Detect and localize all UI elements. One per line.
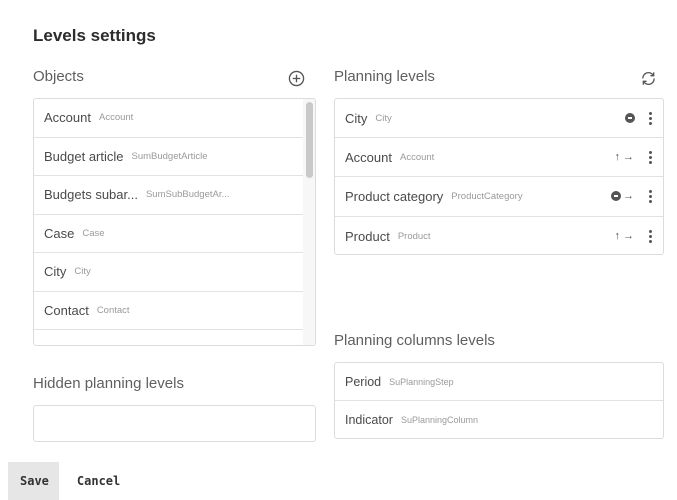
planning-column-code: SuPlanningColumn: [400, 415, 479, 425]
planning-column-name: Indicator: [345, 413, 393, 427]
objects-list: Account Account Budget article SumBudget…: [34, 99, 303, 345]
planning-column-name: Period: [345, 374, 382, 389]
planning-levels-panel: City City Account Account ↑ → Product cat…: [334, 98, 664, 255]
page-title: Levels settings: [33, 26, 156, 45]
planning-level-city[interactable]: City City: [335, 99, 663, 139]
arrow-up-icon[interactable]: ↑: [615, 151, 622, 163]
objects-list-panel: Account Account Budget article SumBudget…: [33, 98, 316, 346]
planning-level-product-category[interactable]: Product category ProductCategory →: [335, 177, 663, 217]
planning-level-name: Product category: [345, 188, 444, 204]
object-name: Contact: [44, 302, 89, 318]
planning-level-code: City: [375, 112, 392, 124]
objects-item-budgets-subarticle[interactable]: Budgets subar... SumSubBudgetAr...: [34, 176, 303, 215]
save-button[interactable]: Save: [8, 462, 59, 500]
objects-item-city[interactable]: City City: [34, 253, 303, 292]
level-dot-icon[interactable]: [625, 113, 635, 124]
object-code: Account: [98, 112, 134, 124]
objects-item-budget-article[interactable]: Budget article SumBudgetArticle: [34, 138, 303, 176]
kebab-menu-icon[interactable]: [645, 150, 655, 164]
kebab-menu-icon[interactable]: [645, 189, 655, 203]
planning-level-code: ProductCategory: [451, 190, 523, 202]
object-code: SumSubBudgetAr...: [145, 189, 230, 201]
object-name: City: [44, 264, 67, 280]
planning-columns-levels-title: Planning columns levels: [334, 332, 495, 349]
objects-title: Objects: [33, 68, 84, 85]
footer-bar: Save Cancel: [0, 462, 677, 500]
object-name: Budget article: [44, 148, 124, 164]
planning-level-code: Product: [397, 230, 431, 242]
objects-item-contact[interactable]: Contact Contact: [34, 292, 303, 330]
arrow-up-icon[interactable]: ↑: [615, 230, 622, 242]
kebab-menu-icon[interactable]: [645, 229, 655, 243]
object-code: Case: [82, 227, 105, 239]
object-name: Budgets subar...: [44, 187, 138, 203]
planning-columns-panel: Period SuPlanningStep Indicator SuPlanni…: [334, 362, 664, 439]
arrow-right-icon[interactable]: →: [623, 230, 635, 242]
refresh-icon[interactable]: [638, 68, 658, 88]
arrow-icons[interactable]: ↑ →: [615, 151, 636, 163]
object-name: Account: [44, 110, 91, 126]
add-circle-icon[interactable]: [286, 68, 306, 88]
planning-level-name: City: [345, 110, 368, 126]
hidden-planning-levels-title: Hidden planning levels: [33, 375, 184, 392]
cancel-button[interactable]: Cancel: [67, 462, 130, 500]
level-dot-icon[interactable]: [611, 191, 621, 202]
planning-level-name: Account: [345, 149, 392, 165]
objects-item-case[interactable]: Case Case: [34, 215, 303, 253]
arrow-icons[interactable]: →: [611, 190, 635, 202]
planning-column-period[interactable]: Period SuPlanningStep: [335, 363, 663, 401]
kebab-menu-icon[interactable]: [645, 111, 655, 125]
arrow-right-icon[interactable]: →: [623, 151, 635, 163]
planning-column-code: SuPlanningStep: [389, 376, 454, 387]
planning-level-product[interactable]: Product Product ↑ →: [335, 217, 663, 254]
objects-scrollbar[interactable]: [303, 99, 315, 345]
hidden-planning-levels-dropzone[interactable]: [33, 405, 316, 442]
object-code: SumBudgetArticle: [131, 150, 208, 162]
object-code: City: [74, 266, 91, 278]
planning-level-name: Product: [345, 228, 390, 244]
objects-item-account[interactable]: Account Account: [34, 99, 303, 138]
object-code: Contact: [96, 304, 130, 316]
objects-item-partial[interactable]: [34, 330, 303, 345]
arrow-right-icon[interactable]: →: [623, 190, 635, 202]
object-name: Case: [44, 225, 75, 241]
planning-level-account[interactable]: Account Account ↑ →: [335, 138, 663, 178]
arrow-icons[interactable]: ↑ →: [615, 230, 636, 242]
objects-scrollbar-thumb[interactable]: [306, 102, 313, 178]
planning-levels-title: Planning levels: [334, 68, 435, 85]
planning-level-code: Account: [399, 151, 435, 163]
planning-column-indicator[interactable]: Indicator SuPlanningColumn: [335, 401, 663, 438]
